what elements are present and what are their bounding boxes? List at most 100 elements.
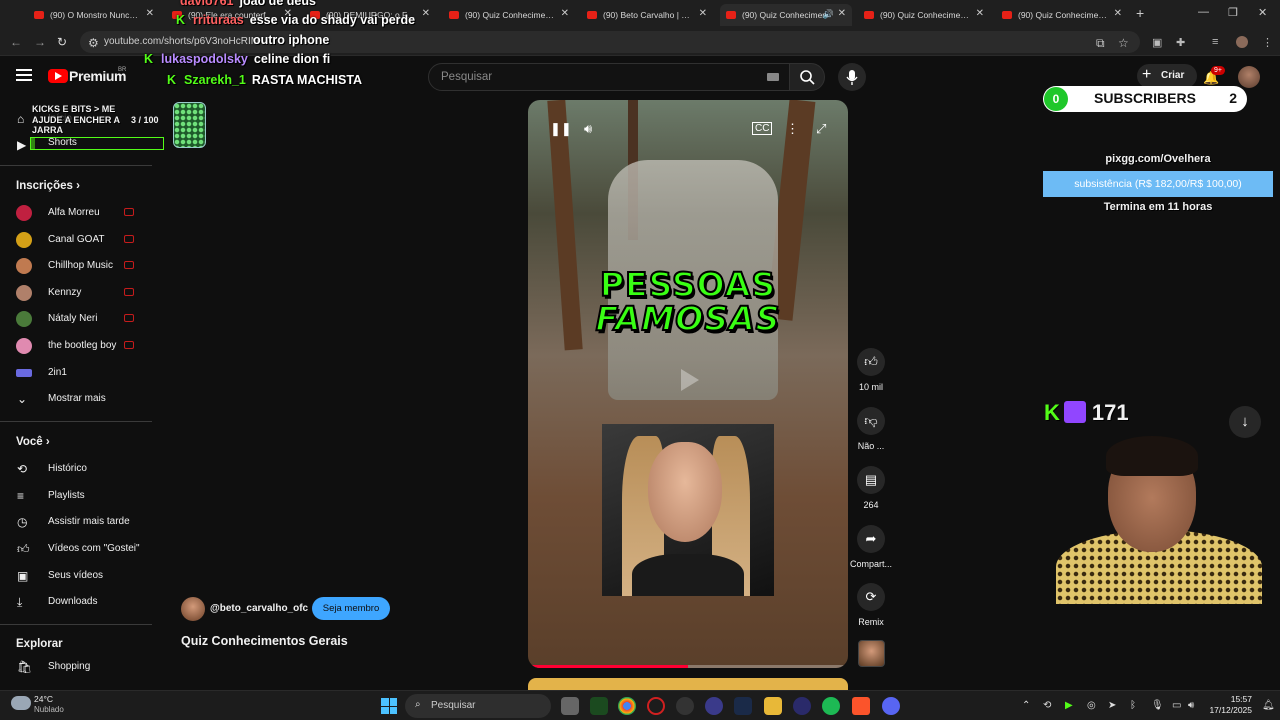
- youtube-logo-icon[interactable]: [48, 69, 68, 83]
- browser-tab-active[interactable]: (90) Quiz Conhecimen 🔊 ✕: [720, 4, 852, 26]
- close-tab-icon[interactable]: ✕: [561, 8, 569, 19]
- sidebar-item-subscription[interactable]: Alfa Morreu: [0, 200, 152, 226]
- tray-app-icon[interactable]: ⟲: [1043, 700, 1051, 711]
- close-tab-icon[interactable]: ✕: [146, 8, 154, 19]
- like-button[interactable]: 👍︎ 10 mil: [850, 348, 892, 392]
- tray-overflow-icon[interactable]: ⌃: [1022, 700, 1030, 711]
- tray-app-icon[interactable]: ➤: [1108, 700, 1116, 711]
- bookmark-star-icon[interactable]: ☆: [1118, 36, 1129, 50]
- sidebar-item-your-videos[interactable]: ▣ Seus vídeos: [0, 563, 152, 589]
- weather-temperature[interactable]: 24°C: [34, 694, 53, 704]
- video-title[interactable]: Quiz Conhecimentos Gerais: [181, 634, 348, 648]
- sidebar-item-liked[interactable]: 👍︎ Vídeos com "Gostei": [0, 536, 152, 562]
- bluetooth-icon[interactable]: ᛒ: [1130, 700, 1136, 711]
- video-progress-bar[interactable]: [528, 665, 848, 668]
- task-view-icon[interactable]: [561, 697, 579, 715]
- you-heading[interactable]: Você ›: [16, 436, 50, 448]
- dislike-button[interactable]: 👎︎ Não ...: [850, 407, 892, 451]
- channel-avatar-button[interactable]: [858, 640, 885, 667]
- voice-search-button[interactable]: [838, 63, 866, 91]
- account-avatar[interactable]: [1238, 66, 1260, 88]
- close-tab-icon[interactable]: ✕: [422, 8, 430, 19]
- windows-start-icon[interactable]: [381, 698, 397, 714]
- close-tab-icon[interactable]: ✕: [838, 8, 846, 19]
- speaker-icon[interactable]: 🔊: [823, 9, 834, 20]
- sidebar-item-subscription[interactable]: Nátaly Neri: [0, 306, 152, 332]
- join-member-button[interactable]: Seja membro: [312, 597, 390, 620]
- volume-icon[interactable]: 🔊︎: [584, 121, 592, 137]
- browser-tab[interactable]: (90) Quiz Conhecimentos ✕: [443, 4, 575, 26]
- steam-app-icon[interactable]: [734, 697, 752, 715]
- discord-app-icon[interactable]: [882, 697, 900, 715]
- search-input[interactable]: Pesquisar: [428, 63, 790, 91]
- reload-icon[interactable]: ↻: [57, 35, 67, 49]
- sidebar-item-shopping[interactable]: 🛍︎ Shopping: [0, 654, 152, 680]
- remix-button[interactable]: ⟳ Remix: [850, 583, 892, 627]
- github-app-icon[interactable]: [676, 697, 694, 715]
- chrome-app-icon[interactable]: [618, 697, 636, 715]
- spotify-app-icon[interactable]: [822, 697, 840, 715]
- sidebar-item-subscription[interactable]: 2in1: [0, 360, 152, 386]
- terminal-app-icon[interactable]: [590, 697, 608, 715]
- microphone-tray-icon[interactable]: 🎙︎: [1151, 700, 1164, 711]
- window-close-icon[interactable]: ✕: [1258, 6, 1267, 19]
- network-icon[interactable]: ▭: [1172, 700, 1181, 711]
- hamburger-menu-icon[interactable]: [16, 69, 32, 83]
- browser-tab[interactable]: (90) O Monstro Nunca Es ✕: [28, 4, 160, 26]
- file-explorer-icon[interactable]: [764, 697, 782, 715]
- browser-tab[interactable]: (90) Beto Carvalho | Conh ✕: [581, 4, 713, 26]
- channel-handle[interactable]: @beto_carvalho_ofc: [210, 603, 308, 614]
- install-app-icon[interactable]: ⧉: [1096, 36, 1105, 51]
- profile-avatar-icon[interactable]: [1236, 36, 1248, 48]
- shorts-video-player[interactable]: PESSOAS FAMOSAS ❚❚ 🔊︎ CC ⋮ ⤢: [528, 100, 848, 668]
- media-control-icon[interactable]: ≡: [1212, 36, 1224, 48]
- pause-icon[interactable]: ❚❚: [550, 121, 572, 137]
- sidebar-item-subscription[interactable]: the bootleg boy: [0, 333, 152, 359]
- app-icon[interactable]: [793, 697, 811, 715]
- volume-tray-icon[interactable]: 🔊︎: [1188, 700, 1194, 711]
- more-options-icon[interactable]: ⋮: [786, 121, 799, 137]
- sidebar-item-history[interactable]: ⟲ Histórico: [0, 456, 152, 482]
- keyboard-icon[interactable]: [767, 73, 779, 81]
- extension-icon[interactable]: ▣: [1152, 36, 1164, 49]
- close-tab-icon[interactable]: ✕: [976, 8, 984, 19]
- system-clock[interactable]: 15:57 17/12/2025: [1206, 694, 1252, 716]
- taskbar-search[interactable]: ⌕ Pesquisar: [405, 694, 551, 718]
- comments-button[interactable]: ▤ 264: [850, 466, 892, 510]
- subscriptions-heading[interactable]: Inscrições ›: [16, 180, 80, 192]
- weather-cloud-icon[interactable]: [11, 696, 31, 710]
- back-icon[interactable]: ←: [10, 35, 22, 49]
- tray-app-icon[interactable]: ▶: [1065, 700, 1073, 711]
- browser-menu-icon[interactable]: ⋮: [1262, 36, 1274, 49]
- browser-tab[interactable]: (90) Quiz Conhecimentos ✕: [996, 4, 1128, 26]
- sidebar-item-subscription[interactable]: Kennzy: [0, 280, 152, 306]
- tray-app-icon[interactable]: ◎: [1087, 700, 1096, 711]
- close-tab-icon[interactable]: ✕: [1114, 8, 1122, 19]
- minimize-icon[interactable]: —: [1198, 6, 1209, 18]
- site-info-icon[interactable]: ⚙: [88, 36, 99, 50]
- sidebar-item-subscription[interactable]: Canal GOAT: [0, 227, 152, 253]
- search-button[interactable]: [789, 63, 825, 91]
- sidebar-item-watch-later[interactable]: ◷ Assistir mais tarde: [0, 509, 152, 535]
- forward-icon[interactable]: →: [34, 35, 46, 49]
- opera-app-icon[interactable]: [647, 697, 665, 715]
- channel-avatar[interactable]: [181, 597, 205, 621]
- sidebar-item-playlists[interactable]: ≡ Playlists: [0, 483, 152, 509]
- notification-center-icon[interactable]: 🔔︎: [1262, 700, 1275, 711]
- captions-icon[interactable]: CC: [752, 122, 773, 135]
- share-button[interactable]: ➦ Compart...: [850, 525, 892, 569]
- url-text[interactable]: youtube.com/shorts/p6V3noHcRIM: [104, 36, 259, 47]
- maximize-icon[interactable]: ❐: [1228, 6, 1238, 19]
- new-tab-icon[interactable]: +: [1136, 5, 1144, 21]
- fullscreen-icon[interactable]: ⤢: [816, 121, 826, 137]
- puzzle-icon[interactable]: ✚: [1176, 36, 1188, 49]
- browser-tab[interactable]: (90) Quiz Conhecimentos ✕: [858, 4, 990, 26]
- next-short-preview[interactable]: [528, 678, 848, 690]
- close-tab-icon[interactable]: ✕: [699, 8, 707, 19]
- url-bar[interactable]: ⚙ youtube.com/shorts/p6V3noHcRIM ⧉ ☆: [80, 31, 1140, 53]
- brave-app-icon[interactable]: [852, 697, 870, 715]
- app-icon[interactable]: [705, 697, 723, 715]
- weather-condition[interactable]: Nublado: [34, 705, 64, 714]
- sidebar-item-subscription[interactable]: Chillhop Music: [0, 253, 152, 279]
- sidebar-item-downloads[interactable]: ⤓ Downloads: [0, 589, 152, 615]
